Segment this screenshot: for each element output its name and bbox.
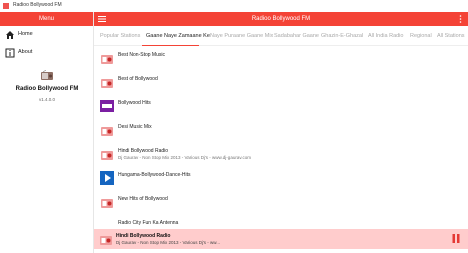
category-tabs: Popular Stations Gaane Naye Zamaane Ke N…: [94, 28, 468, 46]
page-title: Radioo Bollywood FM: [251, 16, 311, 22]
sidebar-item-about[interactable]: About: [0, 44, 93, 62]
station-title: Hindi Bollywood Radio: [118, 148, 169, 154]
list-item[interactable]: New Hits of Bollywood: [94, 191, 468, 215]
station-title: Bollywood Hits: [118, 100, 151, 106]
tab-naye-puraane-gaane-mix[interactable]: Naye Puraane Gaane Mix: [210, 33, 273, 39]
station-list: Best Non-Stop Music Best of Bollywood Bo…: [94, 47, 468, 229]
station-title: New Hits of Bollywood: [118, 196, 168, 202]
pause-icon[interactable]: [452, 234, 460, 243]
tab-ghazin-e-ghazal[interactable]: Ghazin-E-Ghazal: [321, 33, 363, 39]
sidebar-header: Menu: [0, 12, 93, 26]
station-subtitle: Dj Gaurav - Non Stop Mix 2013 - Various …: [118, 155, 251, 160]
active-tab-indicator: [142, 45, 199, 46]
radio-thumbnail-icon: [101, 127, 113, 136]
now-playing-bar[interactable]: Hindi Bollywood Radio Dj Gaurav - Non St…: [94, 229, 468, 249]
list-item[interactable]: Radio City Fun Ka Antenna: [94, 215, 468, 229]
station-logo-icon: [100, 100, 114, 112]
tab-regional[interactable]: Regional: [410, 33, 432, 39]
info-icon: [5, 48, 15, 58]
radio-thumbnail-icon: [101, 199, 113, 208]
tab-all-stations[interactable]: All Stations: [437, 33, 465, 39]
sidebar-item-label: Home: [18, 31, 33, 37]
sidebar-item-label: About: [18, 49, 33, 55]
app-icon: [3, 3, 9, 9]
list-item[interactable]: Hindi Bollywood Radio Dj Gaurav - Non St…: [94, 143, 468, 167]
app-version: v1.4.0.0: [38, 97, 55, 102]
now-playing-subtitle: Dj Gaurav - Non Stop Mix 2013 - Various …: [116, 240, 221, 245]
window-titlebar: Radioo Bollywood FM: [0, 0, 468, 12]
station-title: Hungama-Bollywood-Dance-Hits: [118, 172, 191, 178]
list-item[interactable]: Hungama-Bollywood-Dance-Hits: [94, 167, 468, 191]
tab-popular-stations[interactable]: Popular Stations: [100, 33, 140, 39]
more-options-icon[interactable]: [459, 15, 462, 23]
list-item[interactable]: Best of Bollywood: [94, 71, 468, 95]
list-item[interactable]: Best Non-Stop Music: [94, 47, 468, 71]
radio-logo-icon: [41, 70, 53, 80]
radio-thumbnail-icon: [101, 79, 113, 88]
radio-thumbnail-icon: [101, 55, 113, 64]
app-bar: Radioo Bollywood FM: [94, 12, 468, 26]
list-item[interactable]: Bollywood Hits: [94, 95, 468, 119]
radio-thumbnail-icon: [101, 151, 113, 160]
station-title: Best of Bollywood: [118, 76, 158, 82]
app-name: Radioo Bollywood FM: [15, 86, 79, 92]
sidebar: Menu Home About Radioo Bollywood FM v1.4…: [0, 12, 94, 253]
now-playing-title: Hindi Bollywood Radio: [116, 233, 171, 239]
station-title: Desi Music Mix: [118, 124, 152, 130]
list-item[interactable]: Desi Music Mix: [94, 119, 468, 143]
radio-thumbnail-icon: [100, 236, 112, 245]
tab-sadabahar-gaane[interactable]: Sadabahar Gaane: [274, 33, 319, 39]
station-title: Best Non-Stop Music: [118, 52, 165, 58]
station-title: Radio City Fun Ka Antenna: [118, 220, 179, 226]
window-title: Radioo Bollywood FM: [13, 2, 62, 8]
tab-all-india-radio[interactable]: All India Radio: [368, 33, 403, 39]
sidebar-item-home[interactable]: Home: [0, 26, 93, 44]
home-icon: [6, 31, 14, 39]
play-logo-icon: [100, 171, 114, 185]
tab-gaane-naye-zamaane-ke[interactable]: Gaane Naye Zamaane Ke: [146, 33, 210, 39]
